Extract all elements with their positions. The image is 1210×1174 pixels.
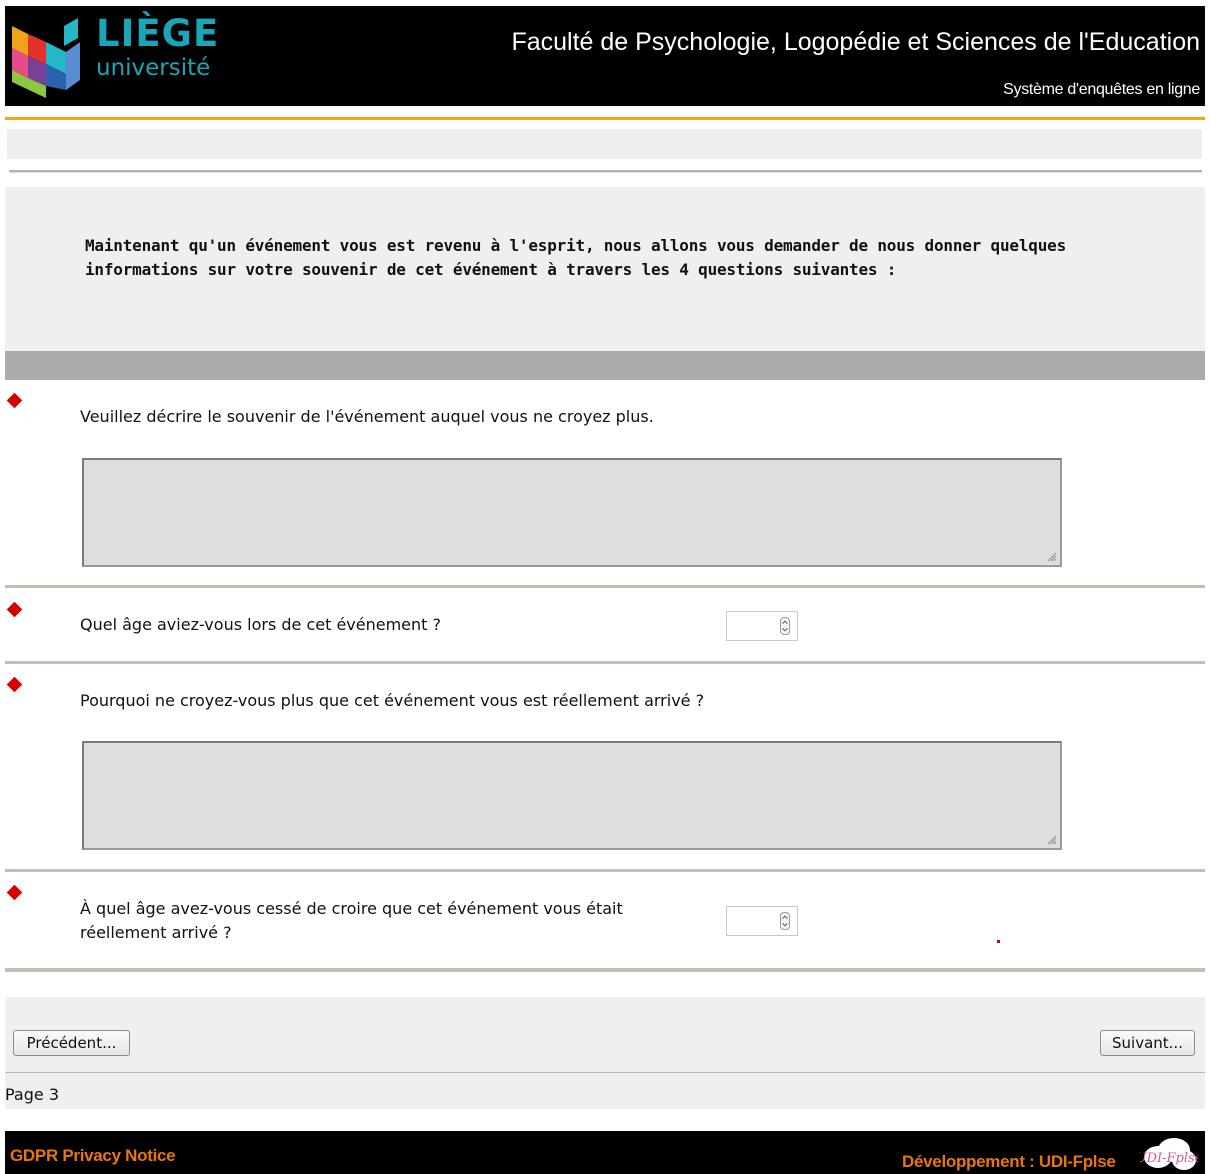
page-indicator-bar: [5, 1072, 1205, 1109]
logo-wordmark-universite: université: [96, 55, 211, 81]
section-divider: [9, 170, 1202, 173]
resize-grip-icon[interactable]: [1047, 835, 1057, 845]
question-1-text: Veuillez décrire le souvenir de l'événem…: [80, 407, 654, 426]
required-diamond-icon: [6, 392, 23, 409]
red-dot-marker: [997, 940, 1000, 943]
intro-footer-bar: [5, 351, 1205, 380]
next-button[interactable]: Suivant...: [1100, 1030, 1195, 1056]
spinner-arrows-icon[interactable]: [780, 617, 790, 635]
navigation-panel: [5, 997, 1205, 1072]
intro-text: Maintenant qu'un événement vous est reve…: [85, 236, 1067, 279]
question-2-number-input[interactable]: [726, 611, 798, 641]
required-diamond-icon: [6, 601, 23, 618]
question-divider: [5, 869, 1205, 872]
required-diamond-icon: [6, 676, 23, 693]
faculty-title: Faculté de Psychologie, Logopédie et Sci…: [511, 28, 1200, 56]
question-1-textarea[interactable]: [82, 458, 1062, 567]
progress-bar-area: [7, 129, 1202, 159]
question-3-textarea[interactable]: [82, 741, 1062, 850]
required-diamond-icon: [6, 884, 23, 901]
dev-logo-text: UDI-Fplse: [1140, 1151, 1198, 1166]
question-divider: [5, 585, 1205, 588]
question-4-text: À quel âge avez-vous cessé de croire que…: [80, 899, 623, 942]
question-divider: [5, 968, 1205, 972]
question-4-number-input[interactable]: [726, 906, 798, 936]
question-2-text: Quel âge aviez-vous lors de cet événemen…: [80, 615, 442, 634]
accent-divider: [5, 117, 1205, 120]
udi-fplse-logo-icon[interactable]: UDI-Fplse: [1140, 1135, 1198, 1174]
system-subtitle: Système d'enquêtes en ligne: [1003, 81, 1200, 98]
previous-button[interactable]: Précédent...: [13, 1030, 130, 1056]
spinner-arrows-icon[interactable]: [780, 912, 790, 930]
resize-grip-icon[interactable]: [1047, 552, 1057, 562]
logo-wordmark-liege: LIÈGE: [96, 12, 220, 55]
question-divider: [5, 661, 1205, 664]
question-3-text: Pourquoi ne croyez-vous plus que cet évé…: [80, 691, 705, 710]
developer-credit: Développement : UDI-Fplse: [902, 1152, 1116, 1171]
gdpr-privacy-link[interactable]: GDPR Privacy Notice: [10, 1146, 176, 1166]
page-number: Page 3: [5, 1085, 59, 1104]
